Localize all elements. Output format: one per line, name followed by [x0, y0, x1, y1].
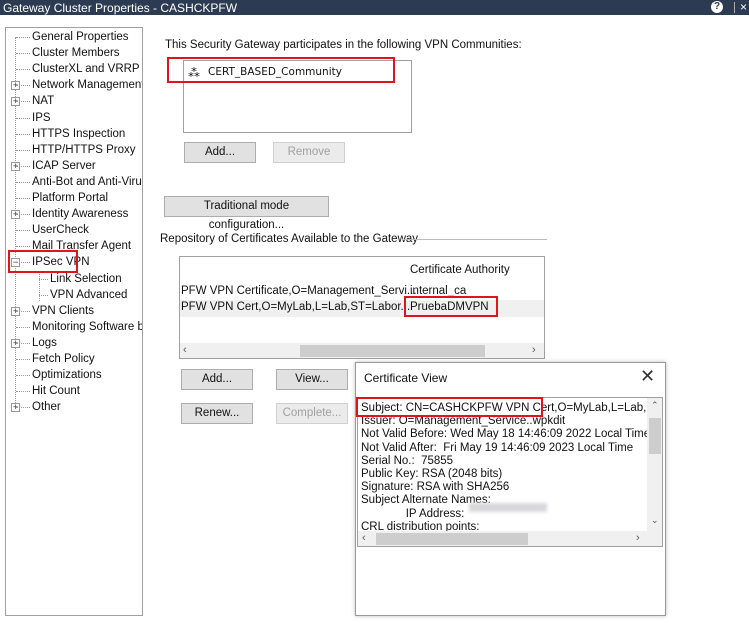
cert-name: PFW VPN Cert,O=MyLab,L=Lab,ST=Labor...: [181, 301, 411, 313]
tree-item[interactable]: UserCheck: [32, 222, 89, 238]
add-community-button[interactable]: Add...: [184, 142, 256, 163]
horizontal-scrollbar[interactable]: ‹ ›: [180, 343, 544, 358]
tree-connector: [39, 278, 48, 280]
cert-detail-line: Serial No.: 75855: [361, 454, 454, 467]
community-highlight: [167, 57, 395, 83]
ca-highlight: [404, 296, 498, 317]
add-cert-button[interactable]: Add...: [181, 369, 253, 390]
tree-item[interactable]: Other: [32, 399, 61, 415]
cert-detail-line: Not Valid Before: Wed May 18 14:46:09 20…: [361, 428, 651, 441]
scroll-down-icon[interactable]: ⌄: [651, 515, 659, 526]
certificate-details-text[interactable]: Subject: CN=CASHCKPFW VPN Cert,O=MyLab,L…: [357, 397, 663, 547]
traditional-mode-button[interactable]: Traditional mode configuration...: [164, 196, 329, 231]
tree-connector: [16, 342, 30, 344]
tree-line: [15, 37, 16, 411]
tree-item[interactable]: Anti-Bot and Anti-Virus: [32, 174, 142, 190]
tree-connector: [16, 214, 30, 216]
tree-item[interactable]: HTTP/HTTPS Proxy: [32, 142, 136, 158]
scrollbar-thumb[interactable]: [649, 418, 661, 454]
tree-connector: [16, 53, 30, 55]
tree-item[interactable]: VPN Clients: [32, 303, 94, 319]
repository-divider: [402, 239, 547, 240]
column-header-ca[interactable]: Certificate Authority: [410, 264, 510, 276]
scroll-right-icon[interactable]: ›: [532, 344, 536, 356]
tree-item[interactable]: Optimizations: [32, 367, 102, 383]
tree-item[interactable]: Network Management: [32, 77, 142, 93]
tree-connector: [16, 230, 30, 232]
cert-detail-line: Public Key: RSA (2048 bits): [361, 468, 503, 480]
tree-item[interactable]: Identity Awareness: [32, 206, 128, 222]
scroll-up-icon[interactable]: ⌃: [651, 400, 659, 411]
repository-label: Repository of Certificates Available to …: [160, 233, 419, 245]
tree-item[interactable]: HTTPS Inspection: [32, 126, 125, 142]
close-icon[interactable]: ×: [740, 0, 747, 14]
cert-detail-line: Signature: RSA with SHA256: [361, 481, 510, 494]
tree-line: [39, 274, 40, 301]
close-icon[interactable]: ✕: [640, 366, 655, 387]
remove-community-button[interactable]: Remove: [273, 142, 345, 163]
scroll-right-icon[interactable]: ›: [636, 532, 640, 544]
tree-connector: [16, 165, 30, 167]
communities-label: This Security Gateway participates in th…: [165, 39, 522, 51]
tree-item[interactable]: Logs: [32, 335, 57, 351]
tree-connector: [16, 375, 30, 377]
tree-connector: [16, 407, 30, 409]
certificate-view-dialog: Certificate View ✕ Subject: CN=CASHCKPFW…: [355, 362, 666, 616]
tree-connector: [16, 198, 30, 199]
scroll-left-icon[interactable]: ‹: [183, 344, 187, 356]
tree-item[interactable]: Cluster Members: [32, 45, 120, 61]
tree-connector: [16, 85, 30, 87]
tree-connector: [16, 149, 30, 151]
dialog-title: Certificate View: [364, 371, 448, 385]
cert-detail-line: IP Address:: [361, 507, 465, 520]
tree-connector: [39, 294, 48, 296]
tree-connector: [16, 101, 30, 103]
complete-cert-button[interactable]: Complete...: [276, 403, 348, 424]
horizontal-scrollbar[interactable]: ‹ ›: [358, 531, 662, 546]
scrollbar-thumb[interactable]: [376, 533, 528, 545]
tree-item[interactable]: IPS: [32, 110, 51, 126]
cert-detail-line: Not Valid After: Fri May 19 14:46:09 202…: [361, 441, 634, 454]
tree-connector: [16, 69, 30, 71]
window-title: Gateway Cluster Properties - CASHCKPFW: [3, 1, 238, 15]
tree-item[interactable]: Hit Count: [32, 383, 80, 399]
help-icon[interactable]: ?: [711, 1, 723, 13]
redacted-ip-address: [469, 503, 547, 512]
tree-item[interactable]: ICAP Server: [32, 158, 96, 174]
tree-item[interactable]: Fetch Policy: [32, 351, 95, 367]
tree-connector: [16, 37, 30, 38]
navigation-tree: General Properties Cluster Members Cluster…: [5, 27, 143, 616]
cert-name: PFW VPN Certificate,O=Management_Servi..…: [181, 285, 417, 297]
vertical-scrollbar[interactable]: ⌃ ⌄: [647, 398, 662, 531]
tree-connector: [16, 310, 30, 312]
tree-connector: [16, 326, 30, 328]
subject-highlight: [356, 397, 543, 417]
renew-cert-button[interactable]: Renew...: [181, 403, 253, 424]
tree-connector: [16, 117, 30, 119]
tree-item[interactable]: General Properties: [32, 29, 129, 45]
ipsec-highlight: [8, 250, 78, 273]
tree-item[interactable]: NAT: [32, 93, 54, 109]
tree-connector: [16, 133, 30, 135]
tree-connector: [16, 391, 30, 393]
tree-item[interactable]: ClusterXL and VRRP: [32, 61, 140, 77]
tree-item[interactable]: Platform Portal: [32, 190, 108, 206]
scroll-left-icon[interactable]: ‹: [362, 532, 366, 544]
view-cert-button[interactable]: View...: [276, 369, 348, 390]
tree-connector: [16, 246, 30, 248]
tree-item[interactable]: VPN Advanced: [50, 287, 127, 303]
title-separator: [734, 2, 735, 13]
tree-connector: [16, 359, 30, 360]
tree-item[interactable]: Monitoring Software bla: [32, 319, 142, 335]
tree-connector: [16, 181, 30, 183]
window-title-bar: Gateway Cluster Properties - CASHCKPFW: [0, 0, 749, 15]
scrollbar-thumb[interactable]: [300, 345, 485, 357]
